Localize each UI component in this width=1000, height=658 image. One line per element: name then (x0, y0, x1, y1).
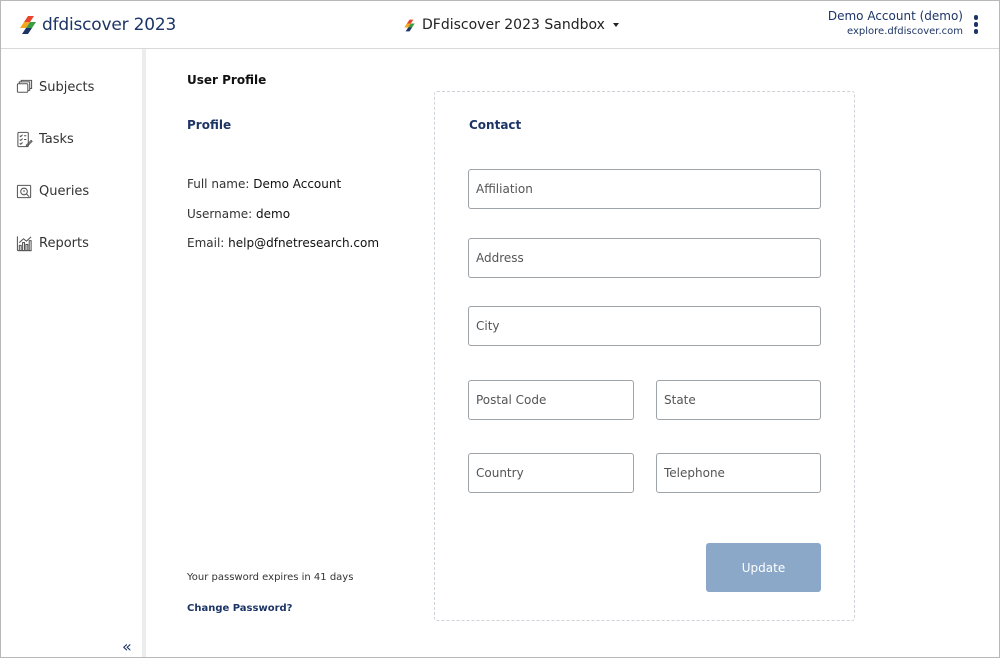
collapse-sidebar-icon[interactable]: « (122, 637, 132, 656)
dfdiscover-logo-icon (20, 16, 36, 34)
email-label: Email: (187, 236, 225, 250)
subjects-icon (16, 79, 33, 93)
app-window: dfdiscover 2023 DFdiscover 2023 Sandbox … (0, 0, 1000, 658)
account-server: explore.dfdiscover.com (847, 25, 963, 37)
telephone-field[interactable] (656, 453, 821, 493)
brand[interactable]: dfdiscover 2023 (18, 13, 176, 37)
sidebar-item-tasks[interactable]: Tasks (16, 128, 74, 150)
username-row: Username: demo (187, 207, 290, 221)
sidebar-item-label: Queries (39, 183, 90, 199)
update-button[interactable]: Update (706, 543, 821, 592)
sidebar-item-label: Tasks (39, 131, 74, 147)
password-expiry-note: Your password expires in 41 days (187, 572, 354, 583)
change-password-link[interactable]: Change Password? (187, 603, 292, 614)
country-field[interactable] (468, 453, 634, 493)
tasks-icon (17, 131, 33, 147)
username-label: Username: (187, 207, 253, 221)
username-value: demo (256, 207, 291, 221)
sidebar-item-queries[interactable]: Queries (16, 180, 89, 202)
reports-icon (16, 235, 32, 251)
city-field[interactable] (468, 306, 821, 346)
email-row: Email: help@dfnetresearch.com (187, 236, 379, 250)
contact-heading: Contact (469, 118, 522, 132)
state-field[interactable] (656, 380, 821, 420)
study-name: DFdiscover 2023 Sandbox (422, 17, 605, 33)
sidebar-item-label: Reports (39, 235, 89, 251)
queries-icon (16, 184, 32, 198)
affiliation-field[interactable] (468, 169, 821, 209)
profile-heading: Profile (187, 118, 232, 132)
study-logo-icon (404, 19, 415, 31)
sidebar-item-subjects[interactable]: Subjects (16, 76, 94, 98)
page-title: User Profile (187, 73, 267, 87)
full-name-value: Demo Account (253, 177, 342, 191)
sidebar-item-reports[interactable]: Reports (16, 232, 89, 254)
postal-code-field[interactable] (468, 380, 634, 420)
chevron-down-icon (612, 23, 619, 27)
email-value: help@dfnetresearch.com (228, 236, 380, 250)
study-selector[interactable]: DFdiscover 2023 Sandbox (403, 14, 619, 36)
top-bar: dfdiscover 2023 DFdiscover 2023 Sandbox … (1, 1, 999, 49)
address-field[interactable] (468, 238, 821, 278)
brand-name: dfdiscover 2023 (42, 15, 177, 35)
sidebar: Subjects Tasks Queries Reports « (1, 49, 146, 657)
sidebar-item-label: Subjects (39, 79, 95, 95)
more-menu-icon[interactable] (973, 15, 979, 35)
account-info[interactable]: Demo Account (demo) explore.dfdiscover.c… (827, 9, 963, 37)
full-name-row: Full name: Demo Account (187, 177, 341, 191)
full-name-label: Full name: (187, 177, 250, 191)
account-name: Demo Account (demo) (827, 9, 963, 23)
